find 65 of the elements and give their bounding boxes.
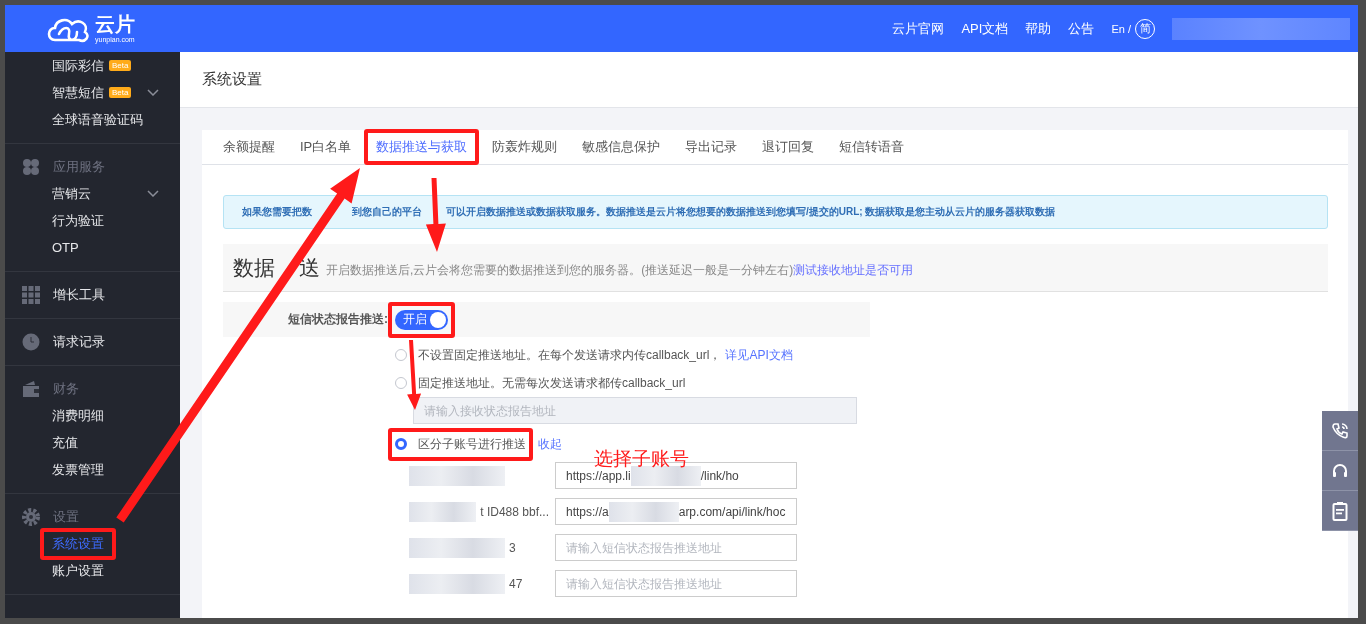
toggle-switch[interactable]: 开启 xyxy=(395,309,448,330)
phone-icon[interactable] xyxy=(1322,411,1358,451)
tab[interactable]: 短信转语音 xyxy=(839,138,905,156)
account-name: 3 xyxy=(509,540,516,555)
option-label: 固定推送地址。无需每次发送请求都传callback_url xyxy=(418,374,686,392)
section-description: 开启数据推送后,云片会将您需要的数据推送到您的服务器。(推送延迟一般是一分钟左右) xyxy=(326,261,794,279)
tab[interactable]: 退订回复 xyxy=(762,138,815,156)
sidebar-item[interactable]: 发票管理 xyxy=(52,460,104,479)
sidebar-item[interactable]: 账户设置 xyxy=(52,561,104,580)
tab[interactable]: 数据推送与获取 xyxy=(376,138,468,156)
clover-icon xyxy=(22,158,40,176)
logo-text: 云片 xyxy=(95,14,135,34)
gear-icon xyxy=(22,508,40,526)
highlight-box xyxy=(388,301,455,338)
account-name: t ID488 bbf... xyxy=(480,504,549,519)
clock-icon xyxy=(22,333,40,351)
alert-text: 如果您需要把数 xyxy=(242,205,313,219)
push-url-input[interactable]: https://a arp.com/api/link/hoc xyxy=(555,498,797,525)
push-url-input[interactable]: 请输入短信状态报告推送地址 xyxy=(555,534,797,561)
sidebar-item[interactable]: 国际彩信 xyxy=(52,56,104,75)
sidebar-section-title: 财务 xyxy=(53,380,79,398)
url-input[interactable]: 请输入接收状态报告地址 xyxy=(413,397,857,424)
tab[interactable]: 余额提醒 xyxy=(223,138,275,156)
page-title: 系统设置 xyxy=(202,70,262,89)
beta-badge: Beta xyxy=(109,60,132,71)
alert-text: 可以开启数据推送或数据获取服务。数据推送是云片将您想要的数据推送到您填写/提交的URL; 数据获取是您主动从云片的服务器获取数据 xyxy=(446,205,1056,219)
account-name: 47 xyxy=(509,576,523,591)
sidebar-item[interactable]: OTP xyxy=(52,240,79,255)
nav-link[interactable]: API文档 xyxy=(961,19,1009,38)
beta-badge: Beta xyxy=(109,87,132,98)
push-url-input[interactable]: 请输入短信状态报告推送地址 xyxy=(555,570,797,597)
section-title: 数据 xyxy=(233,254,275,281)
wallet-icon xyxy=(22,381,40,397)
sidebar-item[interactable]: 请求记录 xyxy=(53,333,105,351)
sidebar-item[interactable]: 消费明细 xyxy=(52,406,104,425)
tab[interactable]: IP白名单 xyxy=(300,138,352,156)
option-link[interactable]: 详见API文档 xyxy=(725,346,793,364)
blurred-account-name xyxy=(409,501,477,522)
sidebar-section-title: 设置 xyxy=(53,508,79,526)
nav-link[interactable]: 帮助 xyxy=(1025,19,1052,38)
option-label: 区分子账号进行推送 xyxy=(418,435,526,453)
section-title: 送 xyxy=(299,254,320,281)
nav-link[interactable]: 云片官网 xyxy=(892,19,945,38)
test-url-link[interactable]: 测试接收地址是否可用 xyxy=(793,261,914,279)
sidebar-item[interactable]: 充值 xyxy=(52,433,78,452)
nav-link[interactable]: 公告 xyxy=(1068,19,1095,38)
sidebar-item[interactable]: 增长工具 xyxy=(53,286,105,304)
blurred-url-part xyxy=(608,501,679,522)
alert-text: 到您自己的平台 xyxy=(352,205,423,219)
option-label: 不设置固定推送地址。在每个发送请求内传callback_url， xyxy=(418,346,722,364)
grid-icon xyxy=(22,286,40,304)
tab[interactable]: 导出记录 xyxy=(685,138,738,156)
tab[interactable]: 敏感信息保护 xyxy=(582,138,661,156)
setting-label: 短信状态报告推送: xyxy=(287,311,388,328)
tab[interactable]: 防轰炸规则 xyxy=(492,138,558,156)
sidebar-section-title: 应用服务 xyxy=(53,158,105,176)
chevron-down-icon[interactable] xyxy=(147,190,159,197)
sidebar-item[interactable]: 行为验证 xyxy=(52,211,104,230)
language-option[interactable]: En / xyxy=(1111,22,1131,35)
radio-button[interactable] xyxy=(395,438,407,450)
chevron-down-icon[interactable] xyxy=(147,89,159,96)
sidebar-item[interactable]: 全球语音验证码 xyxy=(52,110,143,129)
option-link[interactable]: 收起 xyxy=(538,435,562,453)
sidebar-item[interactable]: 营销云 xyxy=(52,184,91,203)
sidebar-item[interactable]: 智慧短信 xyxy=(52,83,104,102)
